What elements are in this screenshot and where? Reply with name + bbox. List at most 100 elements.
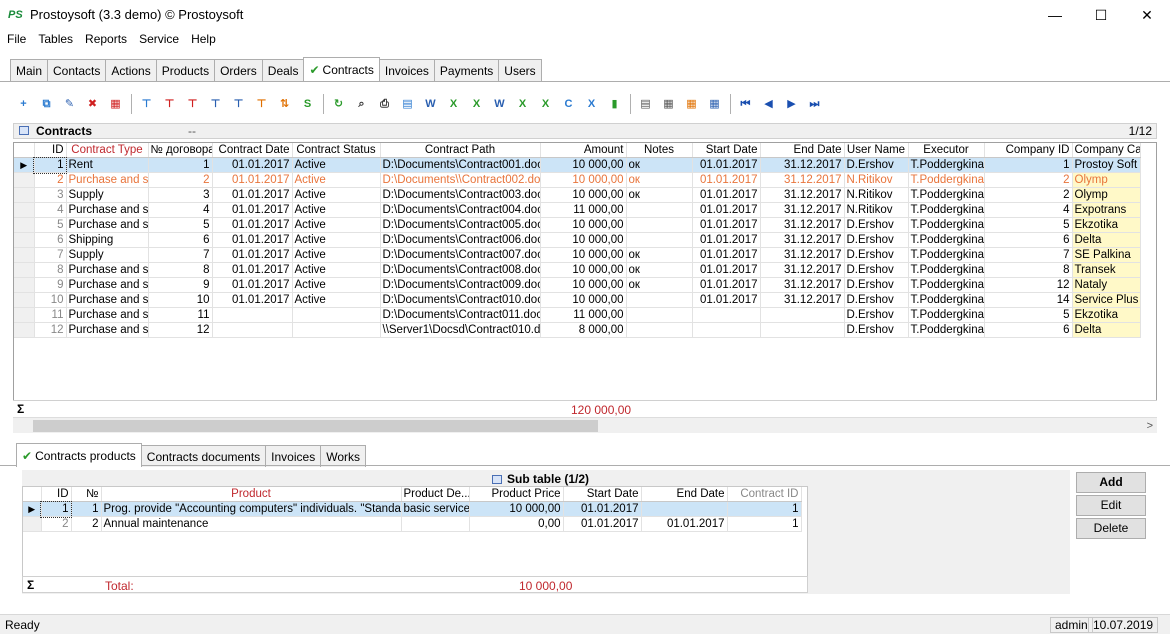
copy-record-button[interactable]: ⧉ — [37, 95, 56, 114]
export-csv-button[interactable]: C — [559, 95, 578, 114]
column-header[interactable]: Contract Type — [66, 143, 149, 158]
prev-record-button[interactable]: ◀ — [759, 95, 778, 114]
column-header[interactable]: Start Date — [563, 487, 642, 502]
edit-record-button[interactable]: ✎ — [60, 95, 79, 114]
column-header[interactable]: Product — [101, 487, 402, 502]
tab-deals[interactable]: Deals — [261, 59, 305, 81]
calculator-button[interactable]: ▦ — [659, 95, 678, 114]
table-row[interactable]: 6 Shipping 6 01.01.2017 Active D:\Documents\C… — [14, 232, 1141, 248]
delete-record-button[interactable]: ✖ — [83, 95, 102, 114]
layout-button[interactable]: ▦ — [705, 95, 724, 114]
maximize-button[interactable]: ☐ — [1078, 0, 1124, 30]
properties-button[interactable]: ▤ — [636, 95, 655, 114]
tab-main[interactable]: Main — [10, 59, 49, 81]
table-row[interactable]: 2 2 Annual maintenance 0,00 01.01.2017 01.01.… — [23, 516, 802, 532]
export-excel-table-button[interactable]: X — [513, 95, 532, 114]
column-header[interactable]: Amount — [540, 143, 627, 158]
tab-contacts[interactable]: Contacts — [47, 59, 107, 81]
subtab-works[interactable]: Works — [320, 445, 366, 467]
export-word-alt-button[interactable]: W — [490, 95, 509, 114]
filter-selection-button[interactable]: ⊤ — [206, 95, 225, 114]
column-header[interactable]: № договора — [148, 143, 213, 158]
subtab-contracts-products[interactable]: ✔ Contracts products — [16, 443, 142, 467]
close-button[interactable]: ✕ — [1124, 0, 1170, 30]
menu-help[interactable]: Help — [186, 30, 221, 48]
menu-service[interactable]: Service — [134, 30, 184, 48]
table-row[interactable]: 12 Purchase and sa 12 \\Server1\Docsd\Contr… — [14, 322, 1141, 338]
export-xml-button[interactable]: X — [582, 95, 601, 114]
column-header[interactable]: Contract Status — [292, 143, 381, 158]
minimize-button[interactable]: — — [1032, 0, 1078, 30]
column-header[interactable]: Product Price — [469, 487, 564, 502]
column-header[interactable]: ID — [34, 143, 67, 158]
menu-tables[interactable]: Tables — [33, 30, 78, 48]
table-row[interactable]: ▶ 1 1 Prog. provide "Accounting computers" … — [23, 500, 802, 518]
column-header[interactable]: Contract Path — [380, 143, 541, 158]
column-header[interactable]: Start Date — [692, 143, 761, 158]
table-row[interactable]: 2 Purchase and sa 2 01.01.2017 Active D:\Docu… — [14, 172, 1141, 188]
column-header[interactable]: End Date — [760, 143, 845, 158]
tab-invoices[interactable]: Invoices — [378, 59, 435, 81]
table-row[interactable]: 7 Supply 7 01.01.2017 Active D:\Documents\Con… — [14, 247, 1141, 263]
find-button[interactable]: ⌕ — [352, 95, 371, 114]
tab-actions[interactable]: Actions — [105, 59, 157, 81]
column-header[interactable]: ID — [41, 487, 72, 502]
table-row[interactable]: 4 Purchase and sa 4 01.01.2017 Active D:\Docu… — [14, 202, 1141, 218]
panel-collapse-handle[interactable]: -- — [188, 124, 196, 138]
column-header[interactable]: User Name — [844, 143, 909, 158]
tab-payments[interactable]: Payments — [433, 59, 500, 81]
menu-reports[interactable]: Reports — [80, 30, 132, 48]
tab-users[interactable]: Users — [498, 59, 542, 81]
add-button[interactable]: Add — [1076, 472, 1146, 493]
add-record-button[interactable]: + — [14, 95, 33, 114]
delete-button[interactable]: Delete — [1076, 518, 1146, 539]
table-row[interactable]: 3 Supply 3 01.01.2017 Active D:\Documents\Con… — [14, 187, 1141, 203]
sort-button[interactable]: ⇅ — [275, 95, 294, 114]
subtab-contracts-documents[interactable]: Contracts documents — [140, 445, 267, 467]
table-row[interactable]: ▶ 1 Rent 1 01.01.2017 Active D:\Documents\Cont… — [14, 156, 1141, 174]
scroll-right-icon[interactable]: > — [1147, 418, 1153, 434]
menu-file[interactable]: File — [2, 30, 31, 48]
subtab-invoices[interactable]: Invoices — [265, 445, 322, 467]
next-record-button[interactable]: ▶ — [782, 95, 801, 114]
advanced-filter-button[interactable]: ⊤ — [252, 95, 271, 114]
sub-grid[interactable]: ID № Product Product De... Product Price Star… — [22, 486, 808, 578]
table-row[interactable]: 8 Purchase and sa 8 01.01.2017 Active D:\Docu… — [14, 262, 1141, 278]
column-header[interactable]: Company ID — [984, 143, 1073, 158]
add-filter-button[interactable]: ⊤ — [137, 95, 156, 114]
first-record-button[interactable]: ⏮ — [736, 95, 755, 114]
export-button[interactable]: ▤ — [398, 95, 417, 114]
tab-orders[interactable]: Orders — [214, 59, 263, 81]
column-header[interactable]: Product De... — [401, 487, 470, 502]
sql-query-button[interactable]: S — [298, 95, 317, 114]
tab-contracts[interactable]: ✔ Contracts — [303, 57, 380, 81]
column-header[interactable]: Executor — [908, 143, 985, 158]
column-header[interactable]: № — [71, 487, 102, 502]
tab-products[interactable]: Products — [155, 59, 216, 81]
table-row[interactable]: 9 Purchase and sa 9 01.01.2017 Active D:\Docu… — [14, 277, 1141, 293]
export-excel-alt-button[interactable]: X — [467, 95, 486, 114]
column-settings-button[interactable]: ▦ — [682, 95, 701, 114]
export-excel-xls-button[interactable]: X — [536, 95, 555, 114]
column-header[interactable]: Contract Date — [212, 143, 293, 158]
contracts-grid[interactable]: ID Contract Type № договора Contract Date Co… — [13, 142, 1157, 432]
table-row[interactable]: 10 Purchase and sa 10 01.01.2017 Active D:\Do… — [14, 292, 1141, 308]
column-header[interactable]: Contract ID — [727, 487, 802, 502]
chart-button[interactable]: ▮ — [605, 95, 624, 114]
export-excel-button[interactable]: X — [444, 95, 463, 114]
filter-by-value-button[interactable]: ⊤ — [229, 95, 248, 114]
column-header[interactable]: Notes — [626, 143, 693, 158]
refresh-button[interactable]: ↻ — [329, 95, 348, 114]
clear-filter-button[interactable]: ⊤ — [160, 95, 179, 114]
delete-all-button[interactable]: ▦ — [106, 95, 125, 114]
last-record-button[interactable]: ⏭ — [805, 95, 824, 114]
horizontal-scrollbar[interactable]: > — [13, 417, 1157, 433]
remove-filter-button[interactable]: ⊤ — [183, 95, 202, 114]
scrollbar-thumb[interactable] — [33, 420, 598, 432]
edit-button[interactable]: Edit — [1076, 495, 1146, 516]
table-row[interactable]: 11 Purchase and sa 11 D:\Documents\Contract… — [14, 307, 1141, 323]
export-word-button[interactable]: W — [421, 95, 440, 114]
column-header[interactable]: Company Calc — [1072, 143, 1141, 158]
column-header[interactable]: End Date — [641, 487, 728, 502]
table-row[interactable]: 5 Purchase and sa 5 01.01.2017 Active D:\Docu… — [14, 217, 1141, 233]
